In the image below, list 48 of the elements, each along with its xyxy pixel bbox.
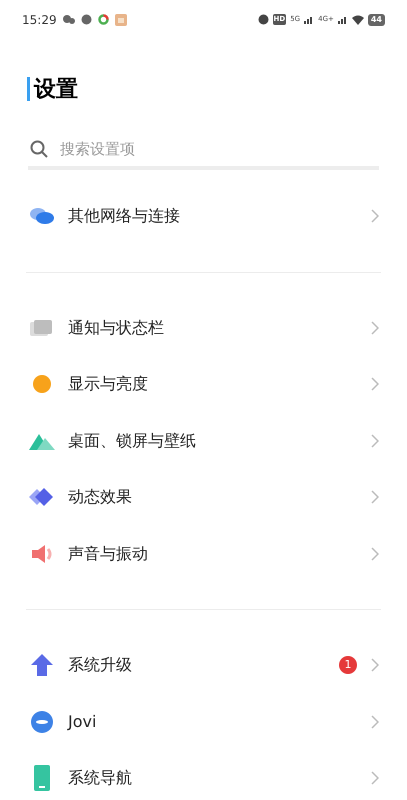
battery-indicator: 44 (368, 14, 385, 26)
settings-row[interactable]: 动态效果 (0, 469, 407, 526)
row-label: 其他网络与连接 (68, 205, 181, 228)
cloud-icon (29, 207, 55, 226)
mountain-icon (29, 432, 55, 450)
settings-row[interactable]: 显示与亮度 (0, 356, 407, 412)
settings-row[interactable]: 其他网络与连接 (0, 188, 407, 244)
wifi-icon (352, 14, 364, 24)
phone-icon (33, 765, 51, 792)
notification-badge: 1 (339, 656, 357, 674)
chevron-icon (371, 490, 379, 504)
ring-icon (98, 14, 109, 25)
row-label: 桌面、锁屏与壁纸 (68, 430, 197, 452)
signal-icon (304, 15, 314, 24)
clock: 15:29 (22, 12, 57, 28)
signal-icon (338, 15, 348, 24)
row-label: 系统升级 (68, 654, 133, 676)
settings-row[interactable]: 桌面、锁屏与壁纸 (0, 412, 407, 469)
settings-row[interactable]: 声音与振动 (0, 526, 407, 582)
app-icon (114, 14, 127, 26)
search-icon (30, 140, 48, 158)
settings-row[interactable]: 系统升级 1 (0, 637, 407, 694)
sun-icon (32, 374, 52, 394)
row-label: 通知与状态栏 (68, 316, 165, 339)
assistant-icon (30, 710, 54, 734)
arrow-up-icon (30, 653, 54, 678)
chevron-icon (371, 434, 379, 448)
settings-row[interactable]: 通知与状态栏 (0, 300, 407, 356)
settings-row[interactable]: Jovi (0, 694, 407, 750)
chevron-icon (371, 377, 379, 392)
chat-icon (62, 14, 75, 24)
chevron-icon (371, 209, 379, 224)
panel-icon (30, 318, 54, 337)
row-label: 显示与亮度 (68, 373, 149, 396)
page-title: 设置 (34, 76, 78, 104)
row-label: 动态效果 (68, 486, 133, 508)
search-field[interactable]: 搜索设置项 (60, 138, 310, 160)
row-label: 声音与振动 (68, 542, 149, 565)
diamond-icon (29, 487, 55, 508)
row-label: 系统导航 (68, 767, 133, 790)
chevron-icon (371, 320, 379, 335)
chevron-icon (371, 771, 379, 786)
speaker-icon (30, 544, 54, 564)
chevron-icon (371, 546, 379, 561)
chevron-icon (371, 658, 379, 672)
row-label: Jovi (68, 710, 98, 733)
settings-row[interactable]: 系统导航 (0, 750, 407, 800)
chevron-icon (371, 714, 379, 729)
